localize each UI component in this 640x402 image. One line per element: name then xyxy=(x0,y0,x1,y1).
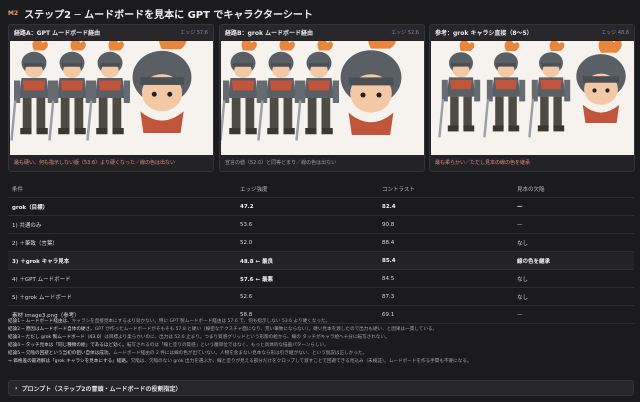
card-route-b[interactable]: 経路B：grok ムードボード経由 エッジ 52.6 宣言の値（52.0）と同等… xyxy=(219,24,425,172)
card-reference[interactable]: 参考：grok キャラシ直接（8〜5） エッジ 48.8 最も柔らかい／ただし見… xyxy=(429,24,635,172)
page: M2 ステップ2 ─ ムードボードを見本に GPT でキャラクターシート 経路A… xyxy=(0,0,640,402)
card-caption: 最も硬い。何も指示しない版（53.6）より硬くなった／線の色は出ない xyxy=(14,160,176,166)
conclusion-line: 結論3 ─ ただし grok 製ムードボード（43.0）は目標より柔らかいのに、… xyxy=(8,335,390,340)
step-badge: M2 xyxy=(8,9,19,17)
column-header: 見本の欠陥 xyxy=(517,186,545,193)
knight-figure xyxy=(528,41,571,138)
card-edge-score: エッジ 52.6 xyxy=(391,30,419,36)
prompt-disclosure-label: プロンプト（ステップ2の冒頭・ムードボードの役割指定） xyxy=(21,385,182,393)
table-row: grok（目標） 47.2 82.4 — xyxy=(8,198,634,216)
card-edge-score: エッジ 48.8 xyxy=(601,30,629,36)
column-header: エッジ強度 xyxy=(240,186,268,193)
section-header: M2 ステップ2 ─ ムードボードを見本に GPT でキャラクターシート xyxy=(8,6,313,21)
card-edge-score: エッジ 57.6 xyxy=(180,30,208,36)
comparison-cards: 経路A：GPT ムードボード経由 エッジ 57.6 最も硬い。何も指示しない版（… xyxy=(8,24,635,172)
results-table: 条件 エッジ強度 コントラスト 見本の欠陥 grok（目標） 47.2 82.4… xyxy=(8,180,634,324)
knight-figure xyxy=(10,41,54,141)
conclusion-line: 結論2 ─ 原因はムードボード自体の硬さ。GPT が作ったムードボードがそもそも… xyxy=(8,327,438,332)
character-sheet-image[interactable] xyxy=(431,41,635,155)
table-row-best: 3) ＋grok キャラ見本 48.8 ← 最良 85.4 線の色を継承 xyxy=(8,252,634,270)
card-caption: 最も柔らかい／ただし見本の線の色を継承 xyxy=(435,160,531,166)
table-row: 5) ＋grok ムードボード 52.6 87.3 なし xyxy=(8,288,634,306)
knight-figure xyxy=(295,41,339,141)
knight-figure xyxy=(132,41,192,133)
conclusion-line: 結論4 ─ タッチ見本は「同じ種類の絵」であるほど効く。転写されるのは「線と塗り… xyxy=(8,343,329,348)
card-label: 参考：grok キャラシ直接（8〜5） xyxy=(435,30,533,37)
knight-figure xyxy=(221,41,263,141)
prompt-disclosure[interactable]: › プロンプト（ステップ2の冒頭・ムードボードの役割指定） xyxy=(8,380,634,396)
table-row: 1) 共通のみ 53.6 90.8 — xyxy=(8,216,634,234)
conclusion-line: 結論1 ─ ムードボード経由は、キャラシを直接見本にするより効かない。特に GP… xyxy=(8,319,331,324)
chevron-right-icon: › xyxy=(15,384,18,392)
card-label: 経路A：GPT ムードボード経由 xyxy=(14,30,101,37)
table-header: 条件 エッジ強度 コントラスト 見本の欠陥 xyxy=(8,180,634,198)
conclusion-line: → 価格差の最適解は「grok キャラシを見本にする」経路。欠陥は、欠陥のない … xyxy=(8,359,472,364)
knight-figure xyxy=(48,41,92,141)
section-title: ステップ2 ─ ムードボードを見本に GPT でキャラクターシート xyxy=(24,9,313,21)
knight-figure xyxy=(340,41,402,135)
conclusion-line: 結論5 ─ 欠陥の回避という当初の狙い自体は成功。ムードボード経由の 2 件には… xyxy=(8,351,368,356)
knight-figure xyxy=(483,41,526,138)
knight-figure xyxy=(257,41,301,141)
table-row-worst: 4) ＋GPT ムードボード 57.6 ← 最悪 84.5 なし xyxy=(8,270,634,288)
card-route-a[interactable]: 経路A：GPT ムードボード経由 エッジ 57.6 最も硬い。何も指示しない版（… xyxy=(8,24,214,172)
conclusions: 結論1 ─ ムードボード経由は、キャラシを直接見本にするより効かない。特に GP… xyxy=(8,318,634,366)
card-label: 経路B：grok ムードボード経由 xyxy=(225,30,314,37)
character-sheet-image[interactable] xyxy=(10,41,214,155)
knight-figure xyxy=(86,41,130,141)
column-header: 条件 xyxy=(12,186,24,193)
knight-figure xyxy=(576,41,626,123)
column-header: コントラスト xyxy=(382,186,415,193)
table-row: 2) ＋筆致（言葉） 52.0 88.4 なし xyxy=(8,234,634,252)
knight-figure xyxy=(438,41,481,138)
card-caption: 宣言の値（52.0）と同等どまり／線の色は出ない xyxy=(225,160,337,166)
character-sheet-image[interactable] xyxy=(221,41,425,155)
